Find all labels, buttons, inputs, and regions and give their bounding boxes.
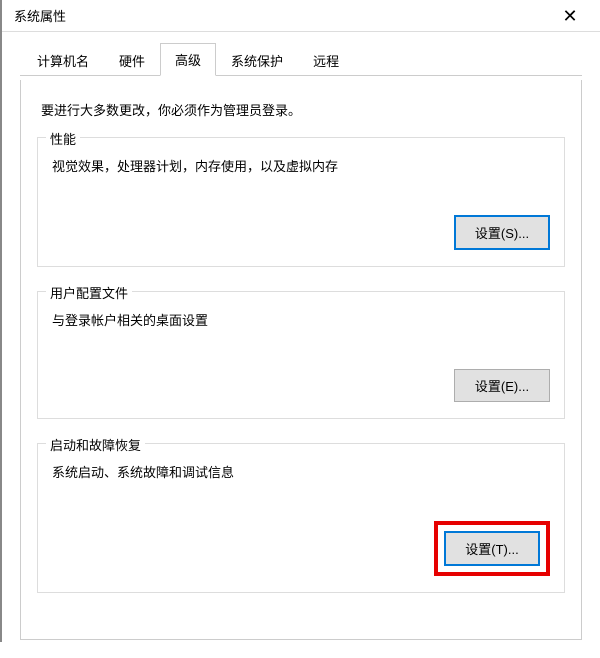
user-profiles-settings-button[interactable]: 设置(E)... [454,369,550,402]
group-performance-actions: 设置(S)... [52,215,550,250]
group-startup-recovery-actions: 设置(T)... [52,521,550,576]
group-performance: 性能 视觉效果，处理器计划，内存使用，以及虚拟内存 设置(S)... [37,137,565,267]
highlight-box: 设置(T)... [434,521,550,576]
tab-system-protection[interactable]: 系统保护 [216,44,298,76]
tab-body-advanced: 要进行大多数更改，你必须作为管理员登录。 性能 视觉效果，处理器计划，内存使用，… [20,80,582,640]
group-startup-recovery: 启动和故障恢复 系统启动、系统故障和调试信息 设置(T)... [37,443,565,593]
group-startup-recovery-legend: 启动和故障恢复 [46,435,145,454]
tab-hardware[interactable]: 硬件 [104,44,160,76]
system-properties-window: 系统属性 ✕ 计算机名 硬件 高级 系统保护 远程 要进行大多数更改，你必须作为… [0,0,600,642]
titlebar: 系统属性 ✕ [2,0,600,32]
tab-strip: 计算机名 硬件 高级 系统保护 远程 [20,42,582,76]
content-area: 计算机名 硬件 高级 系统保护 远程 要进行大多数更改，你必须作为管理员登录。 … [2,32,600,658]
group-user-profiles: 用户配置文件 与登录帐户相关的桌面设置 设置(E)... [37,291,565,419]
window-title: 系统属性 [14,6,66,25]
close-icon[interactable]: ✕ [550,7,590,25]
group-user-profiles-legend: 用户配置文件 [46,283,132,302]
performance-settings-button[interactable]: 设置(S)... [454,215,550,250]
group-startup-recovery-desc: 系统启动、系统故障和调试信息 [52,462,550,481]
startup-recovery-settings-button[interactable]: 设置(T)... [444,531,540,566]
tab-advanced[interactable]: 高级 [160,43,216,76]
tab-computer-name[interactable]: 计算机名 [22,44,104,76]
group-performance-desc: 视觉效果，处理器计划，内存使用，以及虚拟内存 [52,156,550,175]
group-user-profiles-desc: 与登录帐户相关的桌面设置 [52,310,550,329]
tab-remote[interactable]: 远程 [298,44,354,76]
group-user-profiles-actions: 设置(E)... [52,369,550,402]
admin-intro-text: 要进行大多数更改，你必须作为管理员登录。 [41,100,561,119]
group-performance-legend: 性能 [46,129,80,148]
